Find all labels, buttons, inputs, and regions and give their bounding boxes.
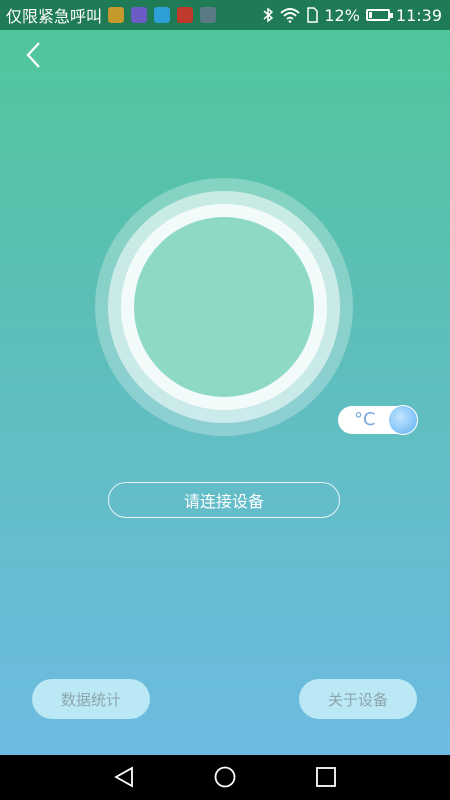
music-icon xyxy=(177,7,194,23)
home-nav-icon[interactable] xyxy=(214,766,236,788)
app-screen: 仅限紧急呼叫 12% 11:39 °C 请连接设备 数据统计 关于设备 xyxy=(0,0,450,755)
battery-icon xyxy=(365,9,393,21)
toggle-knob[interactable] xyxy=(389,406,417,434)
wifi-icon xyxy=(280,8,300,23)
unit-toggle[interactable]: °C xyxy=(338,406,418,434)
about-device-button[interactable]: 关于设备 xyxy=(299,679,417,719)
app5-icon xyxy=(200,7,217,23)
battery-percent: 12% xyxy=(324,5,360,25)
carrier-text: 仅限紧急呼叫 xyxy=(6,7,103,26)
data-stats-button[interactable]: 数据统计 xyxy=(32,679,150,719)
status-bar: 仅限紧急呼叫 12% 11:39 xyxy=(0,0,450,30)
status-right: 12% 11:39 xyxy=(256,6,450,25)
clock: 11:39 xyxy=(395,5,442,25)
back-arrow-icon[interactable] xyxy=(20,40,50,70)
temperature-dial xyxy=(134,217,314,397)
sim-icon xyxy=(307,7,319,23)
status-left: 仅限紧急呼叫 xyxy=(0,3,223,27)
recents-nav-icon[interactable] xyxy=(315,766,337,788)
app1-icon xyxy=(108,7,125,23)
unit-label: °C xyxy=(354,409,376,430)
app3-icon xyxy=(154,7,171,23)
bluetooth-icon xyxy=(263,7,274,23)
back-nav-icon[interactable] xyxy=(113,766,135,788)
navigation-bar xyxy=(0,755,450,800)
connect-device-button[interactable]: 请连接设备 xyxy=(108,482,340,518)
app2-icon xyxy=(131,7,148,23)
